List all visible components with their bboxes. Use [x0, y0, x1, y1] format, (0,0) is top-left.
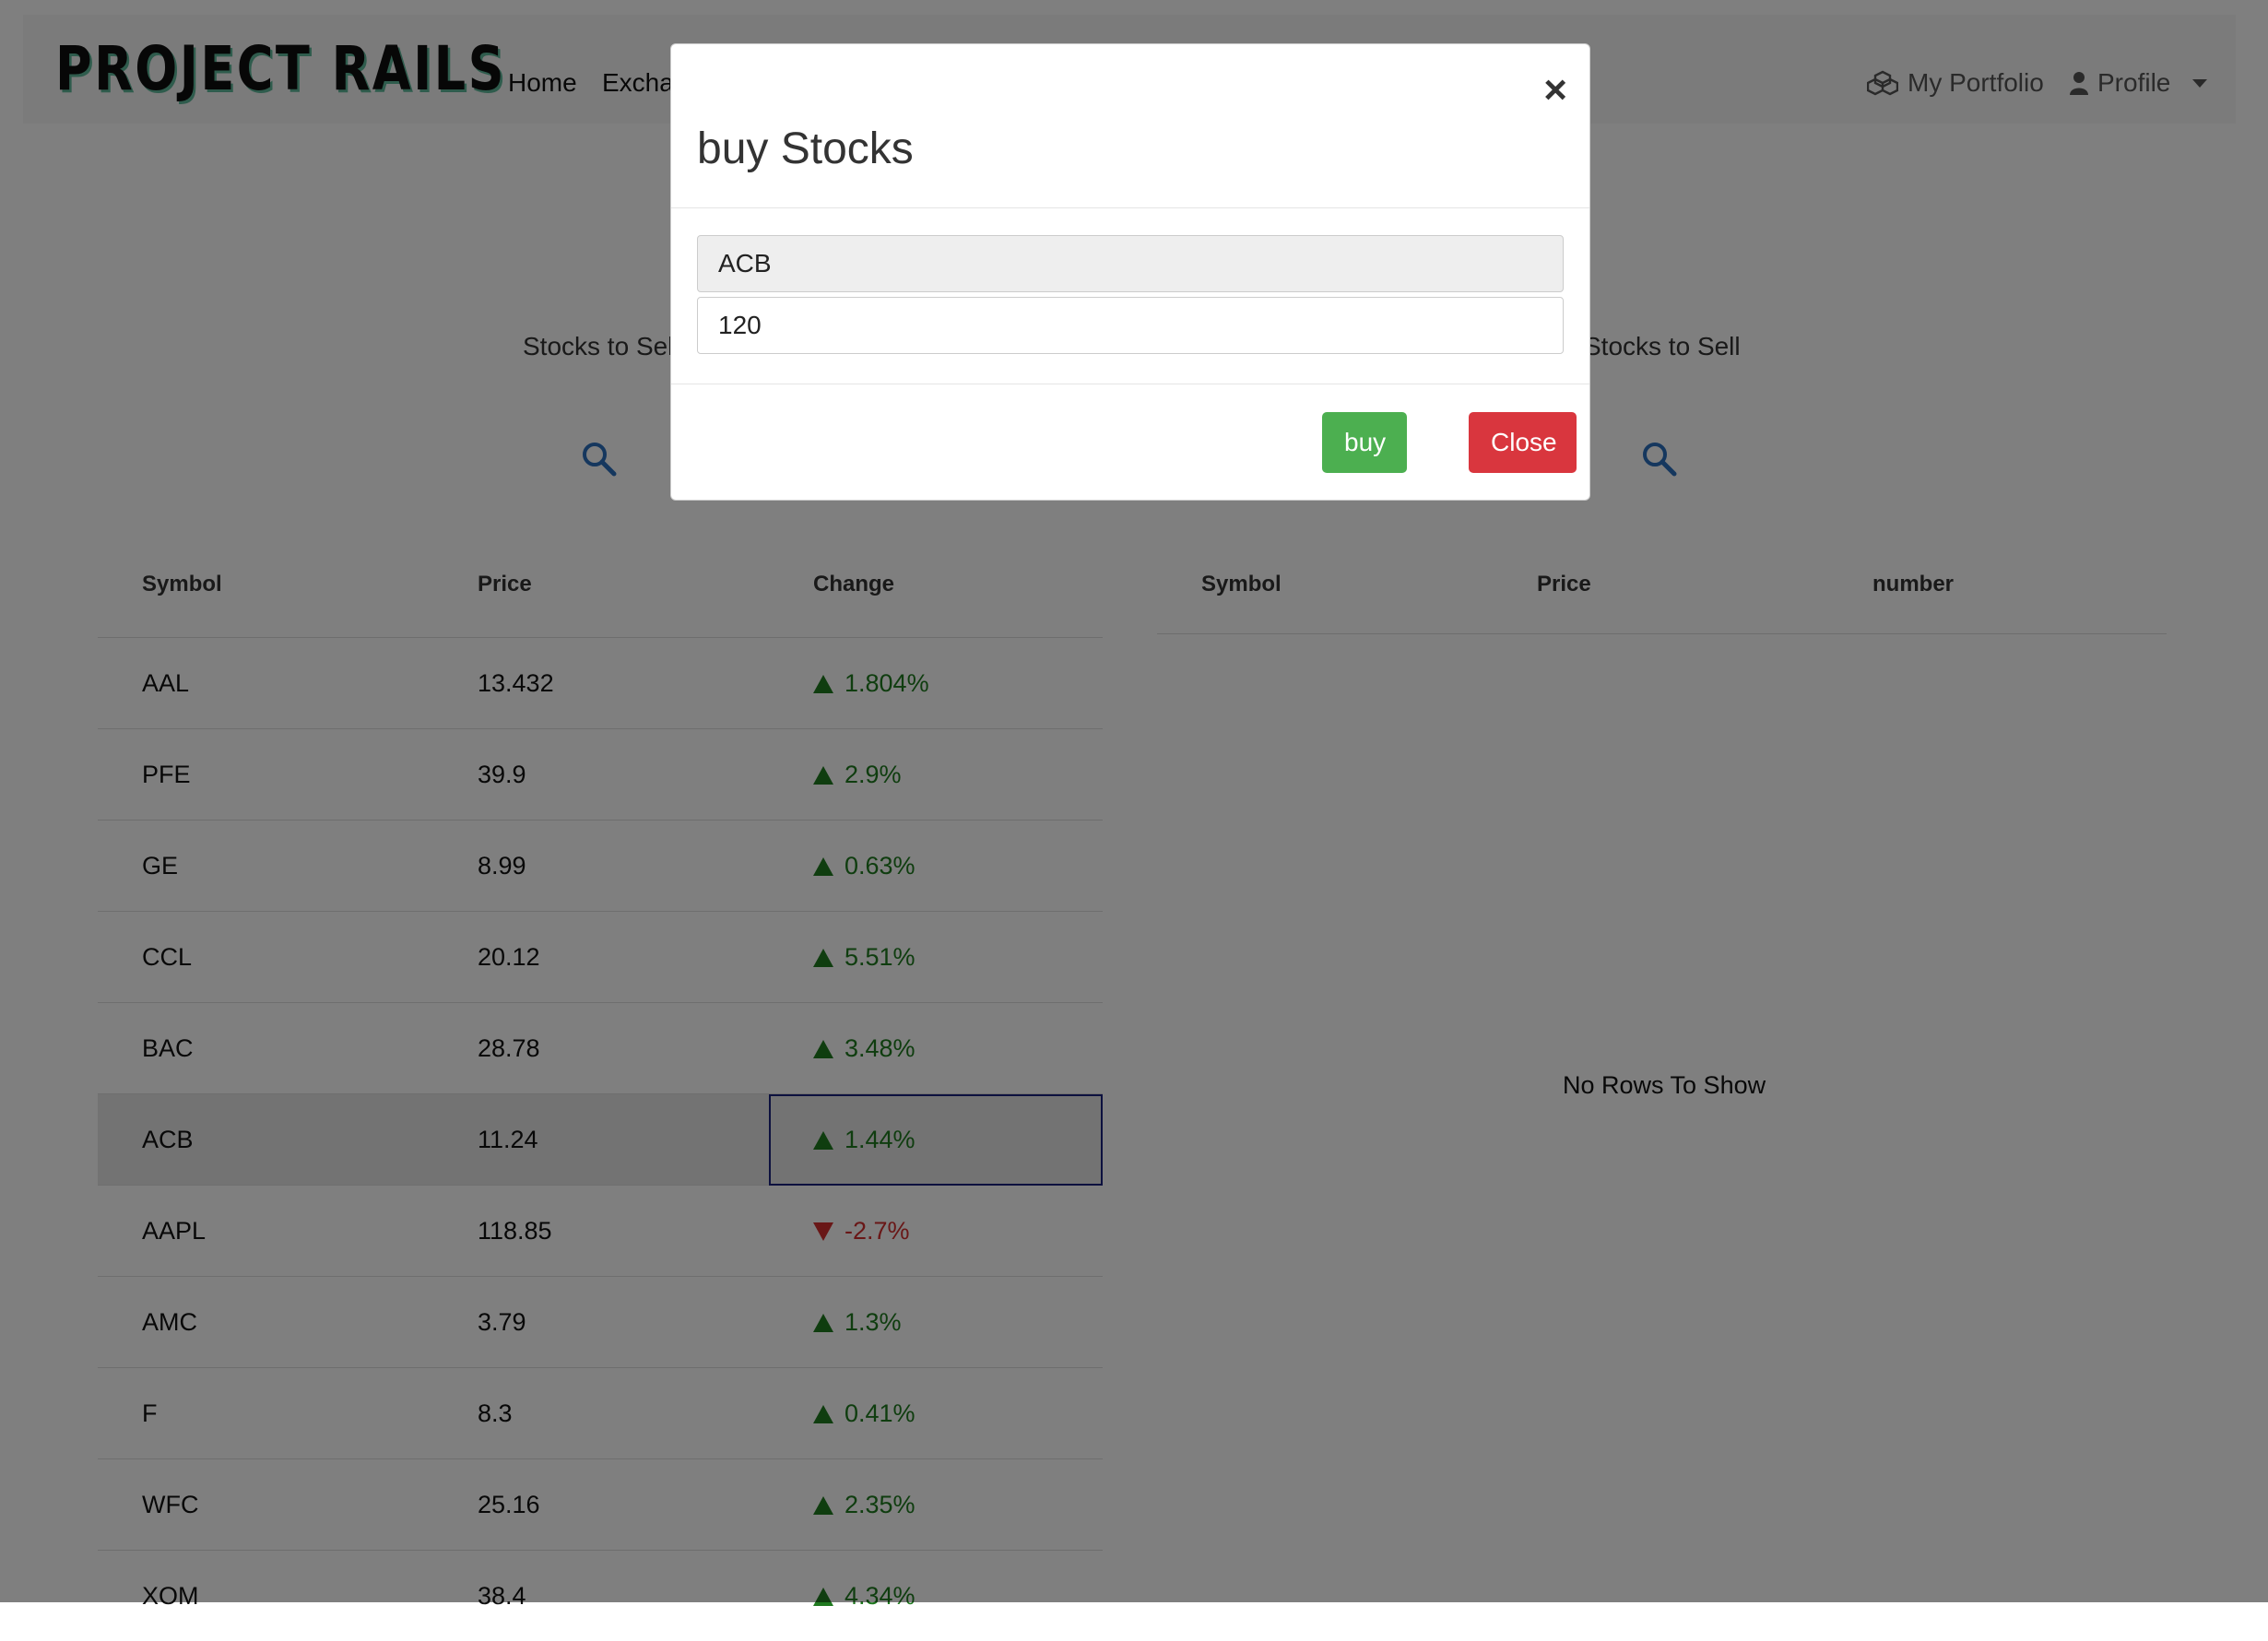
close-icon[interactable]: ×	[1543, 70, 1567, 111]
symbol-field[interactable]	[697, 235, 1564, 292]
buy-stocks-modal: × buy Stocks buy Close	[670, 43, 1590, 501]
close-button[interactable]: Close	[1469, 412, 1577, 473]
buy-button[interactable]: buy	[1322, 412, 1407, 473]
modal-title: buy Stocks	[697, 124, 914, 174]
quantity-field[interactable]	[697, 297, 1564, 354]
divider	[671, 207, 1589, 208]
